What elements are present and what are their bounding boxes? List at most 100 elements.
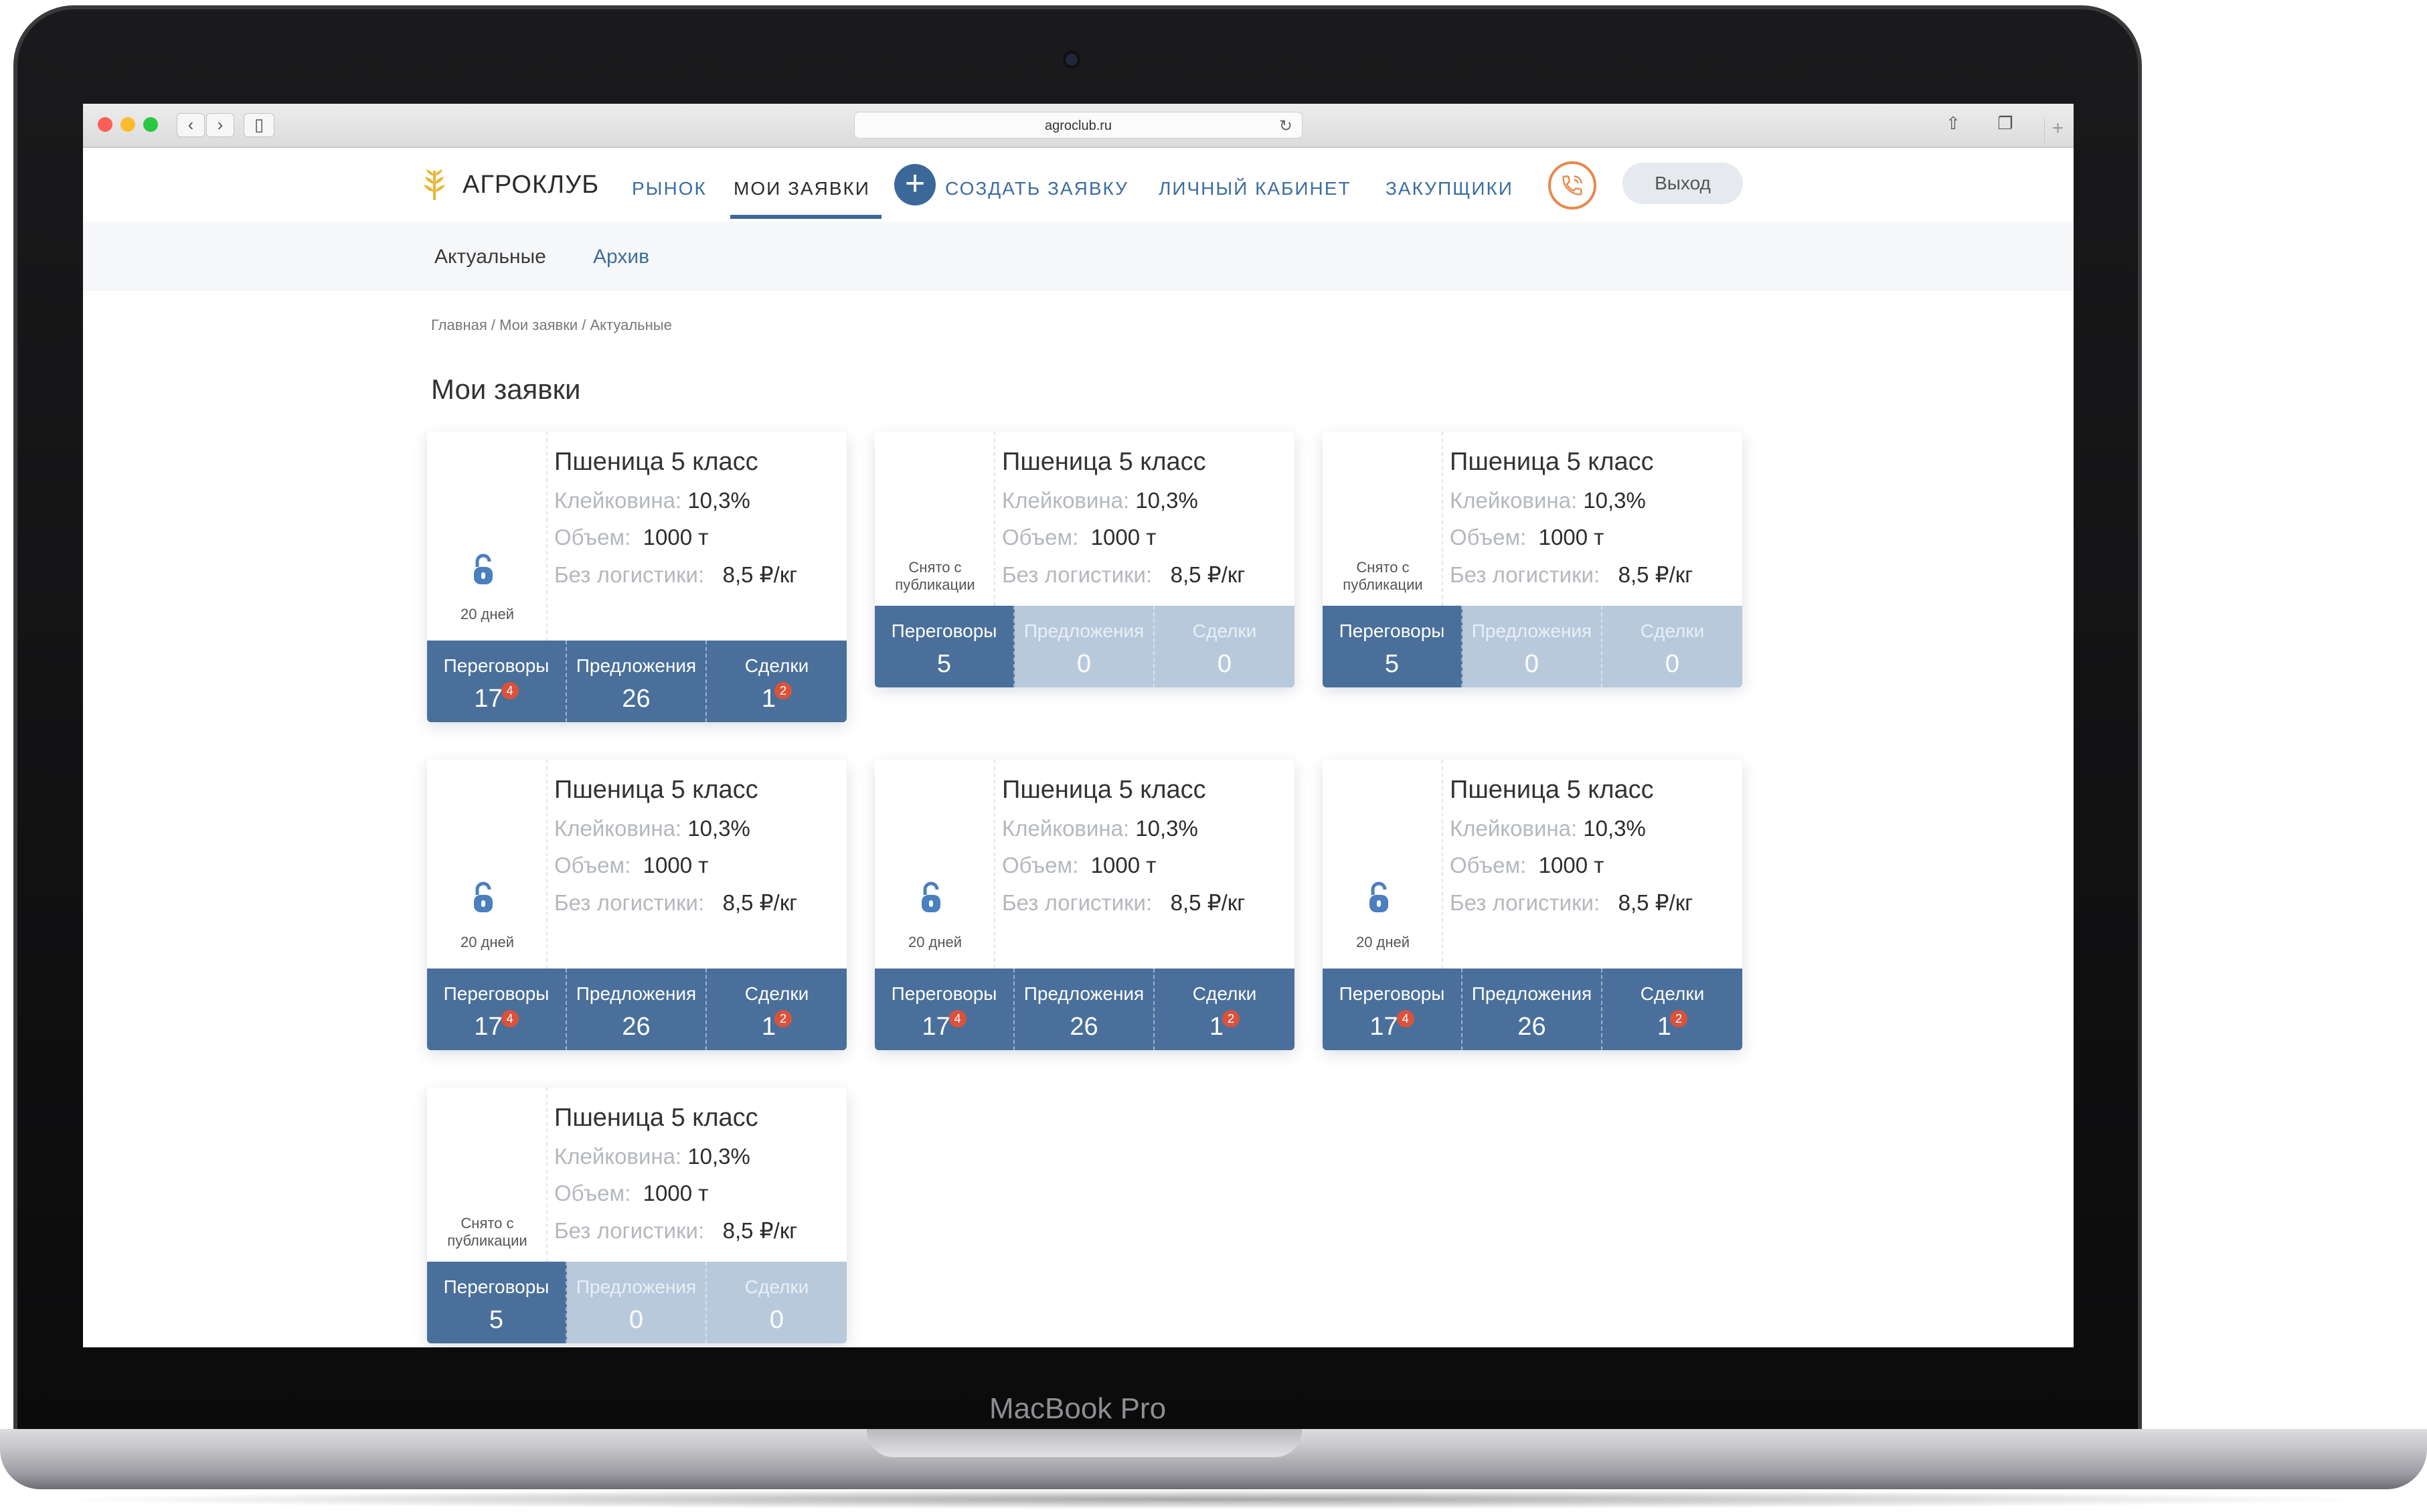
reload-icon[interactable]: ↻: [1279, 116, 1292, 136]
spec-gluten: Клейковина: 10,3%: [1450, 816, 1736, 853]
negotiations-count: 5: [1384, 650, 1400, 678]
spec-value: 10,3%: [1135, 488, 1198, 513]
spec-value: 8,5 ₽/кг: [722, 562, 798, 587]
request-card[interactable]: 20 дней Пшеница 5 класс Клейковина: 10,3…: [1323, 760, 1742, 1050]
stat-deals[interactable]: Сделки 12: [707, 641, 847, 722]
stat-value: 26: [567, 685, 705, 713]
offers-count: 0: [1524, 650, 1539, 678]
tab-archive[interactable]: Архив: [593, 246, 649, 268]
card-title[interactable]: Пшеница 5 класс: [1450, 776, 1736, 816]
stat-value: 0: [1155, 650, 1294, 679]
card-stats: Переговоры 5 Предложения 0 Сделки 0: [427, 1262, 847, 1343]
deals-count: 0: [1665, 650, 1680, 678]
new-tab-icon[interactable]: +: [2044, 117, 2071, 144]
stat-offers[interactable]: Предложения 26: [1015, 969, 1155, 1050]
stat-label: Сделки: [744, 1276, 809, 1297]
card-stats: Переговоры 17 4 Предложения 26 Сделки 12: [875, 969, 1294, 1050]
card-stats: Переговоры 5 Предложения 0 Сделки 0: [1323, 606, 1742, 687]
request-card[interactable]: Снято с публикации Пшеница 5 класс Клейк…: [875, 432, 1294, 687]
logo-text[interactable]: АГРОКЛУБ: [463, 171, 599, 199]
stat-negotiations[interactable]: Переговоры 17 4: [427, 969, 567, 1050]
breadcrumb[interactable]: Главная / Мои заявки / Актуальные: [431, 317, 672, 334]
request-card[interactable]: 20 дней Пшеница 5 класс Клейковина: 10,3…: [427, 760, 847, 1050]
stat-negotiations[interactable]: Переговоры 5: [1323, 606, 1462, 687]
spec-value: 1000 т: [1090, 853, 1157, 877]
close-window-button[interactable]: [98, 117, 112, 132]
request-card[interactable]: Снято с публикации Пшеница 5 класс Клейк…: [1323, 432, 1742, 687]
stat-label: Сделки: [1640, 620, 1705, 641]
address-bar[interactable]: agroclub.ru ↻: [854, 112, 1303, 139]
request-card[interactable]: 20 дней Пшеница 5 класс Клейковина: 10,3…: [875, 760, 1294, 1050]
stat-label: Переговоры: [443, 983, 550, 1004]
spec-label: Клейковина:: [554, 816, 682, 841]
card-stats: Переговоры 17 4 Предложения 26 Сделки 12: [427, 641, 847, 722]
stat-offers[interactable]: Предложения 0: [1015, 606, 1155, 687]
stat-deals[interactable]: Сделки 12: [1155, 969, 1294, 1050]
phone-button[interactable]: [1548, 161, 1596, 209]
deals-count: 0: [1217, 650, 1232, 678]
spec-gluten: Клейковина: 10,3%: [1450, 488, 1736, 525]
stat-negotiations[interactable]: Переговоры 17 4: [427, 641, 567, 722]
spec-value: 8,5 ₽/кг: [1170, 890, 1246, 915]
tabs-overview-icon[interactable]: ❐: [1992, 113, 2019, 137]
spec-value: 1000 т: [1090, 525, 1157, 550]
stat-label: Переговоры: [443, 655, 550, 676]
stat-negotiations[interactable]: Переговоры 5: [875, 606, 1015, 687]
card-title[interactable]: Пшеница 5 класс: [554, 1104, 840, 1144]
fullscreen-window-button[interactable]: [143, 117, 158, 132]
card-title[interactable]: Пшеница 5 класс: [1002, 448, 1288, 488]
nav-my-requests[interactable]: МОИ ЗАЯВКИ: [734, 178, 870, 199]
request-card[interactable]: Снято с публикации Пшеница 5 класс Клейк…: [427, 1088, 847, 1343]
stat-deals[interactable]: Сделки 12: [1602, 969, 1742, 1050]
stat-offers[interactable]: Предложения 0: [1462, 606, 1602, 687]
spec-label: Объем:: [554, 1181, 631, 1205]
stat-deals[interactable]: Сделки 12: [707, 969, 847, 1050]
stat-offers[interactable]: Предложения 26: [1462, 969, 1602, 1050]
stat-negotiations[interactable]: Переговоры 17 4: [1323, 969, 1462, 1050]
stat-deals[interactable]: Сделки 0: [1602, 606, 1742, 687]
minimize-window-button[interactable]: [120, 117, 135, 132]
unpublished-status: Снято с публикации: [447, 1215, 527, 1249]
card-body: Пшеница 5 класс Клейковина: 10,3% Объем:…: [554, 448, 840, 598]
stat-label: Переговоры: [891, 620, 997, 641]
share-icon[interactable]: ⇧: [1940, 113, 1966, 137]
nav-account[interactable]: ЛИЧНЫЙ КАБИНЕТ: [1159, 178, 1351, 199]
card-title[interactable]: Пшеница 5 класс: [1002, 776, 1288, 816]
nav-create-request[interactable]: СОЗДАТЬ ЗАЯВКУ: [945, 178, 1128, 199]
nav-market[interactable]: РЫНОК: [632, 178, 707, 199]
stat-offers[interactable]: Предложения 26: [567, 969, 707, 1050]
card-title[interactable]: Пшеница 5 класс: [554, 776, 840, 816]
stat-negotiations[interactable]: Переговоры 5: [427, 1262, 567, 1343]
stat-negotiations[interactable]: Переговоры 17 4: [875, 969, 1015, 1050]
spec-value: 10,3%: [687, 816, 750, 841]
deals-badge: 2: [774, 682, 792, 699]
stat-label: Сделки: [744, 655, 809, 676]
offers-count: 26: [1517, 1013, 1546, 1041]
spec-value: 8,5 ₽/кг: [722, 1218, 798, 1243]
offers-count: 26: [622, 1013, 651, 1041]
stat-deals[interactable]: Сделки 0: [707, 1262, 847, 1343]
card-status-column: Снято с публикации: [427, 1088, 548, 1262]
stat-deals[interactable]: Сделки 0: [1155, 606, 1294, 687]
offers-count: 26: [1070, 1013, 1098, 1041]
stat-value: 5: [1323, 650, 1461, 679]
spec-label: Объем:: [1002, 525, 1079, 550]
exit-button[interactable]: Выход: [1622, 163, 1743, 204]
nav-buyers[interactable]: ЗАКУПЩИКИ: [1386, 178, 1513, 199]
stat-offers[interactable]: Предложения 26: [567, 641, 707, 722]
create-request-plus-button[interactable]: +: [894, 164, 936, 205]
back-button[interactable]: ‹: [177, 113, 205, 137]
stat-label: Предложения: [1471, 983, 1592, 1004]
negotiations-badge: 4: [501, 1010, 519, 1027]
camera-icon: [1066, 54, 1078, 66]
card-stats: Переговоры 17 4 Предложения 26 Сделки 12: [427, 969, 847, 1050]
forward-button[interactable]: ›: [206, 113, 234, 137]
card-title[interactable]: Пшеница 5 класс: [554, 448, 840, 488]
card-title[interactable]: Пшеница 5 класс: [1450, 448, 1736, 488]
spec-volume: Объем: 1000 т: [554, 853, 840, 890]
offers-count: 0: [629, 1306, 644, 1334]
tab-current[interactable]: Актуальные: [434, 246, 546, 268]
request-card[interactable]: 20 дней Пшеница 5 класс Клейковина: 10,3…: [427, 432, 847, 722]
stat-offers[interactable]: Предложения 0: [567, 1262, 707, 1343]
sidebar-icon[interactable]: ▯: [244, 113, 274, 137]
